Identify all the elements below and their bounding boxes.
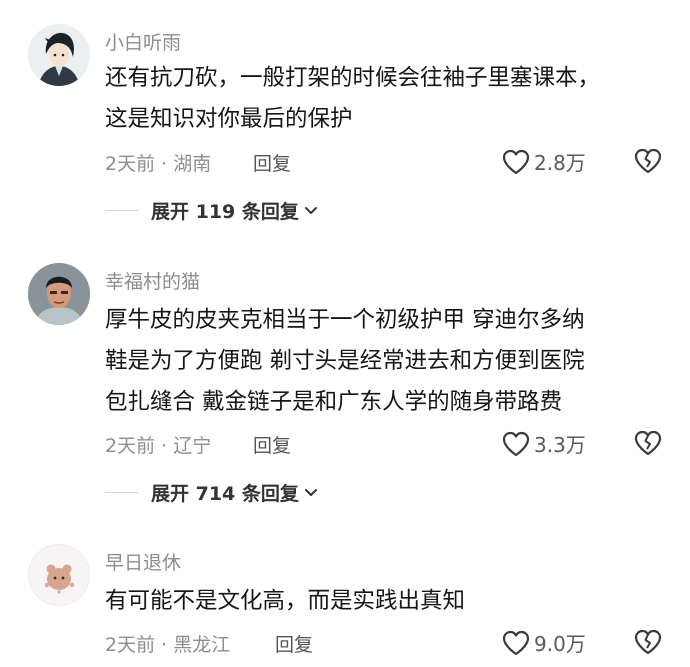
reply-button[interactable]: 回复 <box>253 431 291 458</box>
meta-separator: · <box>155 153 174 175</box>
comment-location: 湖南 <box>173 153 212 175</box>
like-count: 9.0万 <box>534 632 586 656</box>
comment-location: 黑龙江 <box>173 634 231 656</box>
comment-text: 厚牛皮的皮夹克相当于一个初级护甲 穿迪尔多纳 鞋是为了方便跑 剃寸头是经常进去和… <box>105 300 585 423</box>
reply-button[interactable]: 回复 <box>253 149 291 176</box>
chevron-down-icon <box>304 206 317 214</box>
comment-meta: 2天前 · 辽宁 <box>105 431 211 458</box>
like-count: 2.8万 <box>534 151 586 175</box>
comment-line: 这是知识对你最后的保护 <box>105 106 353 132</box>
broken-heart-icon[interactable] <box>634 629 662 655</box>
expand-replies[interactable]: 展开 714 条回复 <box>105 479 318 506</box>
comment-time: 2天前 <box>105 634 156 656</box>
expand-replies-label: 展开 714 条回复 <box>151 483 299 505</box>
like-button[interactable]: 9.0万 <box>502 628 586 657</box>
comment-line: 厚牛皮的皮夹克相当于一个初级护甲 穿迪尔多纳 <box>105 307 585 333</box>
chevron-down-icon <box>304 488 317 496</box>
broken-heart-icon[interactable] <box>634 148 662 174</box>
divider-line <box>105 491 139 494</box>
user-avatar[interactable] <box>28 544 90 606</box>
comment-line: 包扎缝合 戴金链子是和广东人学的随身带路费 <box>105 389 563 415</box>
reply-button[interactable]: 回复 <box>275 630 313 657</box>
comment-meta: 2天前 · 湖南 <box>105 149 211 176</box>
meta-separator: · <box>155 634 174 656</box>
username[interactable]: 幸福村的猫 <box>105 267 200 294</box>
like-count: 3.3万 <box>534 433 586 457</box>
heart-outline-icon <box>502 630 530 655</box>
comment-line: 鞋是为了方便跑 剃寸头是经常进去和方便到医院 <box>105 348 585 374</box>
expand-replies[interactable]: 展开 119 条回复 <box>105 197 318 224</box>
user-avatar[interactable] <box>28 24 90 86</box>
comment-text: 还有抗刀砍，一般打架的时候会往袖子里塞课本， 这是知识对你最后的保护 <box>105 58 600 140</box>
comment-time: 2天前 <box>105 435 156 457</box>
comment-line: 还有抗刀砍，一般打架的时候会往袖子里塞课本， <box>105 65 601 91</box>
comment-time: 2天前 <box>105 153 156 175</box>
comment-location: 辽宁 <box>173 435 212 457</box>
comment-line: 有可能不是文化高，而是实践出真知 <box>105 588 466 614</box>
comment-text: 有可能不是文化高，而是实践出真知 <box>105 581 465 622</box>
like-button[interactable]: 3.3万 <box>502 429 586 458</box>
broken-heart-icon[interactable] <box>634 430 662 456</box>
username[interactable]: 早日退休 <box>105 548 181 575</box>
heart-outline-icon <box>502 431 530 456</box>
divider-line <box>105 209 139 212</box>
expand-replies-label: 展开 119 条回复 <box>151 201 299 223</box>
user-avatar[interactable] <box>28 263 90 325</box>
comment-meta: 2天前 · 黑龙江 <box>105 630 230 657</box>
like-button[interactable]: 2.8万 <box>502 147 586 176</box>
heart-outline-icon <box>502 149 530 174</box>
username[interactable]: 小白听雨 <box>105 28 181 55</box>
meta-separator: · <box>155 435 174 457</box>
